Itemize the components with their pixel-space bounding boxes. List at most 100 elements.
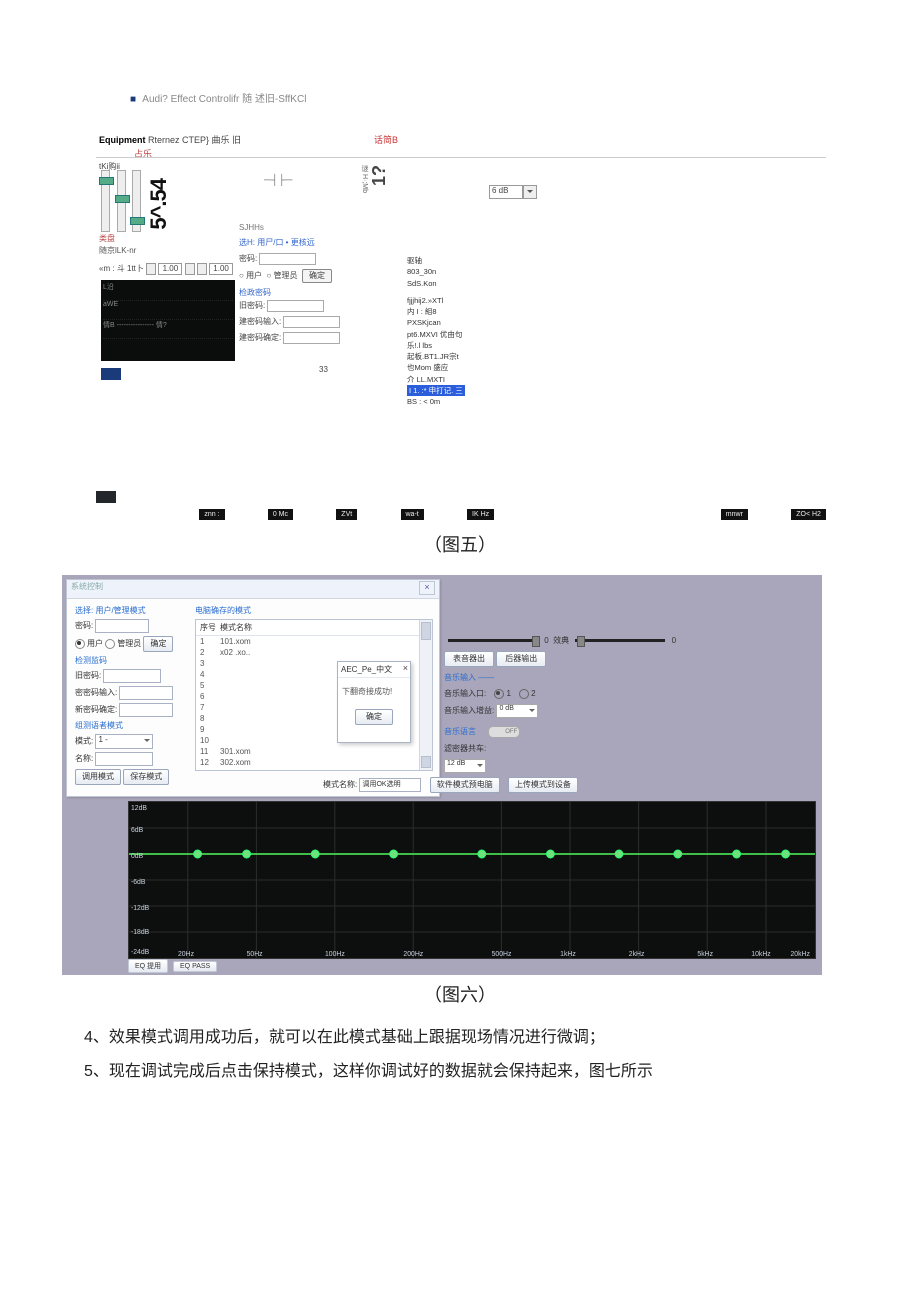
window-caption: ■ Audi? Effect Controlifr 随 述旧-SffKCl <box>130 90 860 105</box>
svg-text:12dB: 12dB <box>131 805 147 812</box>
dlg-newpw-input[interactable] <box>119 686 173 700</box>
bot-label: 模式名称: <box>323 780 357 789</box>
radio-admin-label: 管理员 <box>117 639 141 648</box>
old-pw-label: 旧密码: <box>239 301 265 310</box>
stepper-val-1[interactable]: 1.00 <box>158 263 182 275</box>
old-pw-input[interactable] <box>267 300 324 312</box>
svg-text:100Hz: 100Hz <box>325 951 345 958</box>
system-dialog: 系统控制 × 选择: 用户/管理模式 密码: 用户 管理员 确定 检测监码 旧密… <box>66 579 440 797</box>
bottom-chip-row: znn : 0 Mc ZVt wa-t IK Hz mnwr ZO< H2 <box>96 509 826 521</box>
bot-modename-input[interactable]: 调用OK选明 <box>359 778 421 792</box>
dlg-oldpw-input[interactable] <box>103 669 161 683</box>
stepper-val-2[interactable]: 1.00 <box>209 263 233 275</box>
big-number: 5^.54 <box>146 179 172 230</box>
music-in-port-label: 音乐输入口: <box>444 689 486 698</box>
name-input[interactable] <box>95 752 153 766</box>
call-mode-button[interactable]: 调用模式 <box>75 769 121 785</box>
screenshot-fig5: Equipment Rternez CTEP} 曲乐 旧 占乐 话简B tKi购… <box>84 125 836 525</box>
popup-ok-button[interactable]: 确定 <box>355 709 393 725</box>
eq-tab-row: EQ 提用 EQ PASS <box>128 959 220 973</box>
dlg-confirm-button[interactable]: 确定 <box>143 636 173 652</box>
bullet-5: 5、现在调试完成后点击保持模式，这样你调试好的数据就会保持起来，图七所示 <box>84 1059 836 1085</box>
dlg-newpw-label: 密密码输入: <box>75 688 117 697</box>
tab-music[interactable]: 占乐 <box>134 147 152 160</box>
lang-switch[interactable]: OFF <box>488 726 520 738</box>
radio-user-label: 用户 <box>87 639 103 648</box>
chip-1: znn : <box>199 509 224 520</box>
password-input[interactable] <box>259 253 316 265</box>
stepper-up-1[interactable] <box>185 263 195 275</box>
chevron-down-icon[interactable] <box>523 185 537 199</box>
confirm-button[interactable]: 确定 <box>302 269 332 283</box>
slider-v-2[interactable] <box>117 170 126 232</box>
effect-slider[interactable] <box>448 639 538 642</box>
stepper-down-1[interactable] <box>146 263 156 275</box>
popup-message: 下翻奇接成功! <box>338 678 410 705</box>
stepper-down-2[interactable] <box>197 263 207 275</box>
output-f-button[interactable]: 后器输出 <box>496 651 546 667</box>
sjhhs-label: SJHHs <box>239 223 264 232</box>
dialog-titlebar: 系统控制 × <box>67 580 439 599</box>
radio-user-label[interactable]: 用户 <box>246 271 262 280</box>
eq-tab-active[interactable]: EQ 提用 <box>128 959 168 973</box>
chip-7: ZO< H2 <box>791 509 826 520</box>
svg-text:-12dB: -12dB <box>131 905 150 912</box>
filter-dropdown[interactable]: 12 dB <box>444 759 486 773</box>
close-icon[interactable]: × <box>419 581 435 595</box>
right-list-selected[interactable]: I 1. :* 申打记. 三 <box>407 385 465 396</box>
svg-text:200Hz: 200Hz <box>403 951 423 958</box>
right-list: 驱轴 803_30n SdS.Kon fjjjhij2.»XTl 内 I : 組… <box>407 255 465 407</box>
new-pw-input[interactable] <box>283 316 340 328</box>
db-dropdown[interactable]: 6 dB <box>489 185 537 199</box>
chip-6: mnwr <box>721 509 748 520</box>
chip-3: ZVt <box>336 509 357 520</box>
dialog-left-panel: 选择: 用户/管理模式 密码: 用户 管理员 确定 检测监码 旧密码: 密密码输… <box>75 603 187 788</box>
music-in-header: 音乐输入 —— <box>444 672 676 683</box>
upload-to-device-button[interactable]: 上传模式到设备 <box>508 777 578 793</box>
group-list-header: 电脑确存的模式 <box>195 605 433 616</box>
left-slider-block: 5^.54 <box>99 170 214 232</box>
mid-link[interactable]: 选H: 用尸/口 • 更核远 <box>239 237 315 248</box>
port-2-label: 2 <box>531 689 535 698</box>
popup-close-icon[interactable]: × <box>403 663 408 673</box>
slider-zero-1: 0 <box>544 636 548 645</box>
change-pw-header: 检政密码 <box>239 287 340 298</box>
save-mode-button[interactable]: 保存模式 <box>123 769 169 785</box>
bullet-4: 4、效果模式调用成功后，就可以在此模式基础上跟据现场情况进行微调； <box>84 1025 836 1051</box>
success-popup: AEC_Pe_中文 × 下翻奇接成功! 确定 <box>337 661 411 743</box>
port-1-radio[interactable] <box>494 689 504 699</box>
output-r-button[interactable]: 表音器出 <box>444 651 494 667</box>
mid-diagram-icon: ─┤├─ <box>264 175 292 186</box>
eq-graph[interactable]: 12dB 6dB 0dB -6dB -12dB -18dB -24dB 20Hz… <box>128 801 816 959</box>
svg-text:5kHz: 5kHz <box>697 951 713 958</box>
effect-slider-2[interactable] <box>575 639 665 642</box>
chip-2: 0 Mc <box>268 509 293 520</box>
mode-select[interactable]: 1 - <box>95 734 153 749</box>
radio-user[interactable] <box>75 639 85 649</box>
slider-v-3[interactable] <box>132 170 141 232</box>
tab-voice[interactable]: 话简B <box>374 133 398 146</box>
slider-v-1[interactable] <box>101 170 110 232</box>
svg-text:6dB: 6dB <box>131 827 144 834</box>
radio-admin-label[interactable]: 管理员 <box>274 271 298 280</box>
group-change-header: 检测监码 <box>75 655 187 666</box>
port-2-radio[interactable] <box>519 689 529 699</box>
vert-label-2: 1? <box>369 165 390 186</box>
gain-dropdown[interactable]: 0 dB <box>496 704 538 718</box>
new-pw2-input[interactable] <box>283 332 340 344</box>
list-scrollbar[interactable] <box>419 620 432 770</box>
dlg-pw-input[interactable] <box>95 619 149 633</box>
dark-row-1: L沿 <box>103 282 233 301</box>
eq-tab-pass[interactable]: EQ PASS <box>173 961 217 972</box>
effect-label: 效典 <box>553 636 569 645</box>
dark-panel: L沿 aWE 情B ---------------- 情? <box>101 280 235 361</box>
dlg-newpw2-input[interactable] <box>119 703 173 717</box>
group-mode-header: 组测语者模式 <box>75 720 187 731</box>
equipment-header: Equipment Rternez CTEP} 曲乐 旧 <box>99 133 241 146</box>
new-pw-label: 建密码输入: <box>239 317 281 326</box>
slider-zero-2: 0 <box>672 636 676 645</box>
download-to-pc-button[interactable]: 软件模式预电脑 <box>430 777 500 793</box>
radio-admin[interactable] <box>105 639 115 649</box>
svg-text:-18dB: -18dB <box>131 929 150 936</box>
svg-text:50Hz: 50Hz <box>247 951 264 958</box>
